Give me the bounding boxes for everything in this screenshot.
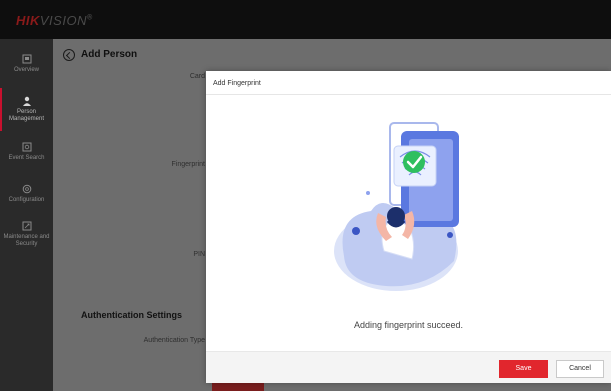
- fingerprint-success-illustration: [334, 122, 459, 291]
- sidebar: Overview Person Management Event Search …: [0, 39, 53, 391]
- sidebar-item-label: Configuration: [8, 197, 45, 203]
- dialog-title: Add Fingerprint: [213, 80, 261, 87]
- sidebar-item-label: Event Search: [8, 155, 45, 161]
- sidebar-item-label: Maintenance and Security: [3, 234, 50, 247]
- dialog-divider: [206, 94, 611, 95]
- overview-icon: [22, 54, 31, 64]
- back-button[interactable]: [63, 49, 75, 61]
- sidebar-item-maintenance[interactable]: Maintenance and Security: [0, 221, 53, 248]
- section-title: Authentication Settings: [81, 310, 182, 320]
- sidebar-item-configuration[interactable]: Configuration: [0, 184, 53, 204]
- status-message: Adding fingerprint succeed.: [353, 320, 464, 330]
- top-bar: HIKVISION®: [0, 0, 611, 39]
- fingerprint-label: Fingerprint: [171, 161, 205, 168]
- maintenance-icon: [22, 221, 31, 231]
- sidebar-item-event-search[interactable]: Event Search: [0, 142, 53, 162]
- brand-registered: ®: [86, 14, 93, 22]
- cancel-button[interactable]: Cancel: [556, 360, 604, 378]
- brand-logo: HIKVISION®: [16, 13, 93, 28]
- add-fingerprint-dialog: Add Fingerprint Adding fingerprint succe…: [206, 71, 611, 383]
- save-button[interactable]: Save: [499, 360, 548, 378]
- brand-hik: HIK: [16, 13, 40, 28]
- page-title: Add Person: [81, 49, 138, 60]
- sidebar-item-label: Person Management: [8, 109, 45, 122]
- gear-icon: [22, 184, 31, 194]
- card-label: Card: [189, 73, 205, 80]
- page-header: Add Person: [53, 39, 611, 69]
- pin-label: PIN: [193, 251, 205, 258]
- event-search-icon: [22, 142, 31, 152]
- dialog-footer: Save Cancel: [206, 351, 611, 383]
- person-icon: [22, 96, 31, 106]
- sidebar-item-label: Overview: [13, 67, 39, 73]
- auth-type-label: Authentication Type: [143, 337, 205, 344]
- sidebar-item-person-management[interactable]: Person Management: [0, 96, 53, 123]
- sidebar-item-overview[interactable]: Overview: [0, 54, 53, 74]
- brand-vision: VISION: [39, 13, 87, 28]
